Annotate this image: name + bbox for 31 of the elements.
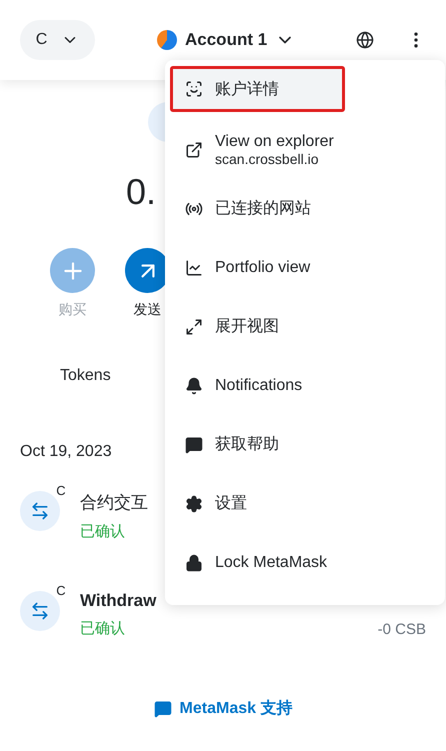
menu-item[interactable]: View on explorer scan.crossbell.io [165, 120, 445, 179]
menu-item[interactable]: 账户详情 [170, 66, 345, 112]
menu-item[interactable]: Notifications [165, 356, 445, 415]
menu-item[interactable]: 已连接的网站 [165, 179, 445, 238]
account-selector[interactable]: Account 1 [157, 30, 296, 50]
scan-icon [185, 80, 203, 98]
help-bubble-icon [185, 436, 203, 454]
menu-item[interactable]: Lock MetaMask [165, 533, 445, 592]
line-chart-icon [185, 258, 203, 276]
balance: 0. [126, 170, 156, 214]
transaction-status: 已确认 [80, 619, 125, 638]
bell-icon [185, 376, 203, 394]
menu-item[interactable]: 展开视图 [165, 297, 445, 356]
settings-icon [185, 494, 203, 512]
transaction-title: 合约交互 [80, 492, 148, 514]
menu-item[interactable]: Portfolio view [165, 238, 445, 297]
menu-item[interactable]: 获取帮助 [165, 415, 445, 474]
network-selector[interactable]: C [20, 20, 95, 60]
menu-item[interactable]: 设置 [165, 474, 445, 533]
help-bubble-icon [154, 700, 172, 718]
expand-icon [185, 318, 203, 336]
lock-icon [185, 554, 203, 572]
globe-icon[interactable] [356, 31, 374, 49]
transaction-title: Withdraw [80, 591, 156, 611]
transaction-status: 已确认 [80, 522, 125, 541]
date-heading: Oct 19, 2023 [20, 443, 112, 461]
external-link-icon [185, 140, 203, 158]
tab[interactable]: Tokens [60, 357, 111, 397]
support-link[interactable]: MetaMask 支持 [154, 698, 292, 719]
transaction-amount: -0 CSB [378, 621, 426, 638]
account-avatar [157, 30, 177, 50]
